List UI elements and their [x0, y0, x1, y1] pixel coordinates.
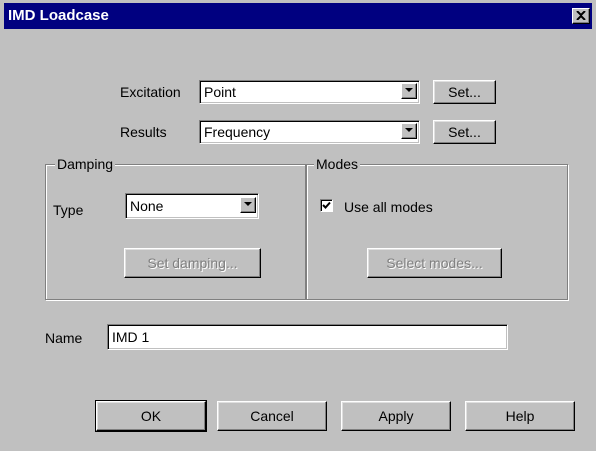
name-input[interactable]: IMD 1 — [107, 324, 508, 350]
damping-type-label: Type — [53, 202, 84, 218]
set-damping-button[interactable]: Set damping... — [124, 248, 261, 278]
select-modes-label: Select modes... — [386, 255, 483, 271]
results-set-button[interactable]: Set... — [433, 120, 496, 144]
use-all-modes-label[interactable]: Use all modes — [344, 199, 433, 215]
damping-group-title: Damping — [55, 156, 116, 172]
results-set-label: Set... — [448, 124, 481, 140]
chevron-down-icon — [405, 88, 413, 92]
damping-type-value: None — [130, 198, 164, 214]
results-dropdown-button[interactable] — [401, 123, 417, 139]
apply-button[interactable]: Apply — [341, 401, 451, 431]
damping-group — [45, 164, 306, 300]
apply-label: Apply — [378, 408, 414, 424]
excitation-dropdown-button[interactable] — [401, 83, 417, 99]
ok-button[interactable]: OK — [95, 400, 207, 432]
excitation-set-button[interactable]: Set... — [433, 80, 496, 104]
chevron-down-icon — [244, 202, 252, 206]
name-value: IMD 1 — [112, 329, 150, 345]
check-icon — [322, 201, 331, 209]
close-button[interactable] — [572, 8, 590, 24]
use-all-modes-checkbox[interactable] — [320, 199, 333, 212]
modes-group — [306, 164, 568, 300]
cancel-label: Cancel — [250, 408, 294, 424]
damping-type-dropdown[interactable]: None — [125, 193, 259, 219]
name-label: Name — [45, 330, 83, 346]
results-label: Results — [120, 124, 167, 140]
cancel-button[interactable]: Cancel — [217, 401, 327, 431]
excitation-dropdown[interactable]: Point — [199, 80, 420, 104]
help-button[interactable]: Help — [465, 401, 575, 431]
close-icon — [576, 11, 586, 20]
results-dropdown[interactable]: Frequency — [199, 120, 420, 144]
set-damping-label: Set damping... — [147, 255, 238, 271]
window-title: IMD Loadcase — [8, 7, 109, 24]
excitation-set-label: Set... — [448, 84, 481, 100]
help-label: Help — [505, 408, 535, 424]
results-value: Frequency — [204, 124, 271, 140]
modes-group-title: Modes — [314, 156, 361, 172]
damping-type-dropdown-button[interactable] — [240, 197, 256, 213]
ok-label: OK — [140, 408, 162, 424]
excitation-label: Excitation — [120, 84, 181, 100]
title-bar[interactable]: IMD Loadcase — [4, 3, 592, 29]
excitation-value: Point — [204, 84, 236, 100]
chevron-down-icon — [405, 128, 413, 132]
select-modes-button[interactable]: Select modes... — [367, 248, 502, 278]
imd-loadcase-dialog: IMD Loadcase Excitation Point Set... Res… — [0, 0, 596, 451]
